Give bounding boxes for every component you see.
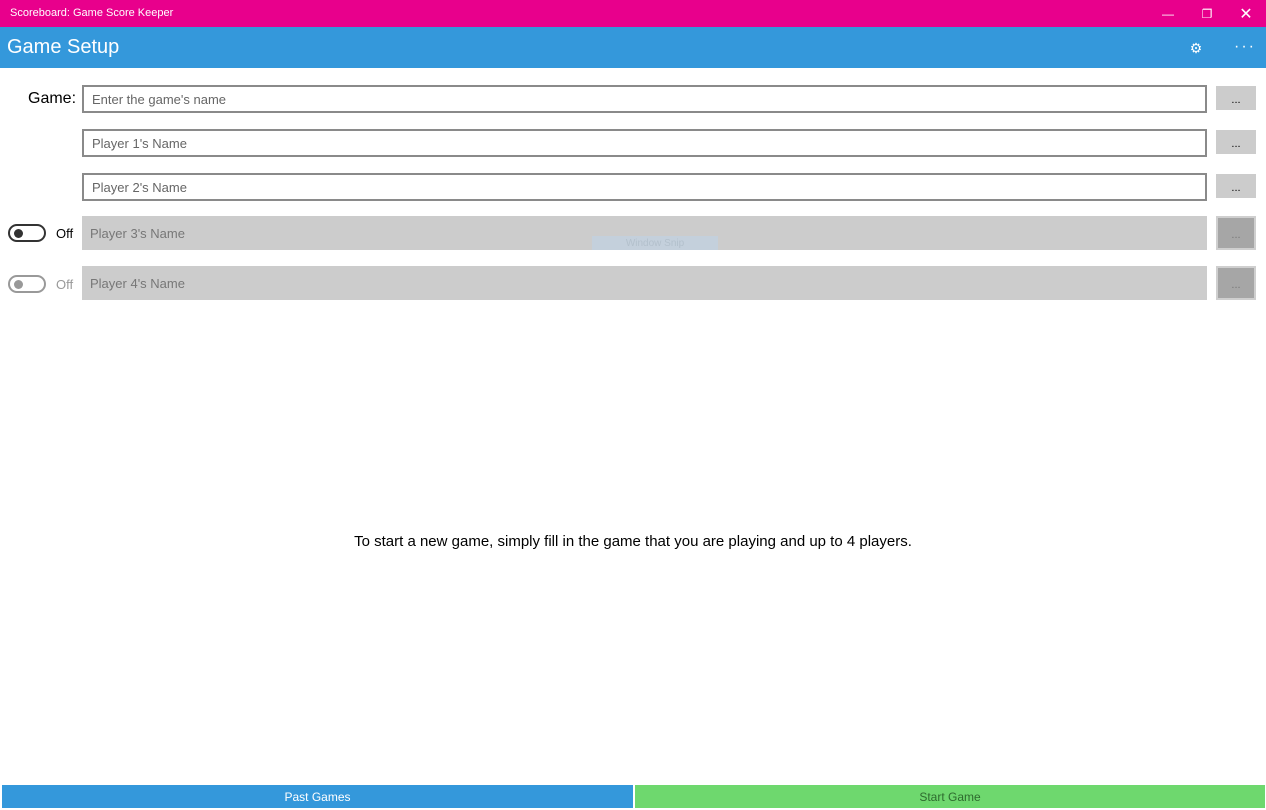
player2-options-button[interactable]: ... [1216,174,1256,198]
instruction-text: To start a new game, simply fill in the … [354,533,912,550]
maximize-button[interactable]: ❐ [1187,0,1227,27]
game-name-input[interactable] [82,85,1207,113]
settings-button[interactable]: ⚙ [1186,38,1206,58]
player4-options-button: ... [1216,266,1256,300]
start-game-button[interactable]: Start Game [635,785,1265,808]
window-snip-overlay: Window Snip [592,236,718,250]
toggle-knob [14,280,23,289]
player1-options-button[interactable]: ... [1216,130,1256,154]
title-bar: Scoreboard: Game Score Keeper — ❐ ✕ [0,0,1266,27]
player4-name-input [82,266,1207,300]
minimize-icon: — [1162,6,1174,21]
page-title: Game Setup [7,36,120,58]
close-icon: ✕ [1239,5,1253,23]
player3-toggle[interactable] [8,224,46,242]
minimize-button[interactable]: — [1148,0,1188,27]
game-label: Game: [28,90,77,107]
player4-toggle [8,275,46,293]
more-options-button[interactable]: ··· [1228,35,1262,59]
game-options-button[interactable]: ... [1216,86,1256,110]
more-icon: ··· [1234,38,1256,55]
close-button[interactable]: ✕ [1226,0,1266,27]
window-title: Scoreboard: Game Score Keeper [10,7,174,19]
app-header: Game Setup ⚙ ··· [0,27,1266,68]
past-games-button[interactable]: Past Games [2,785,633,808]
player1-name-input[interactable] [82,129,1207,157]
gear-icon: ⚙ [1189,39,1203,56]
player3-toggle-label: Off [56,226,74,241]
player3-options-button: ... [1216,216,1256,250]
player2-name-input[interactable] [82,173,1207,201]
toggle-knob [14,229,23,238]
player4-toggle-label: Off [56,277,74,292]
restore-icon: ❐ [1201,6,1213,21]
